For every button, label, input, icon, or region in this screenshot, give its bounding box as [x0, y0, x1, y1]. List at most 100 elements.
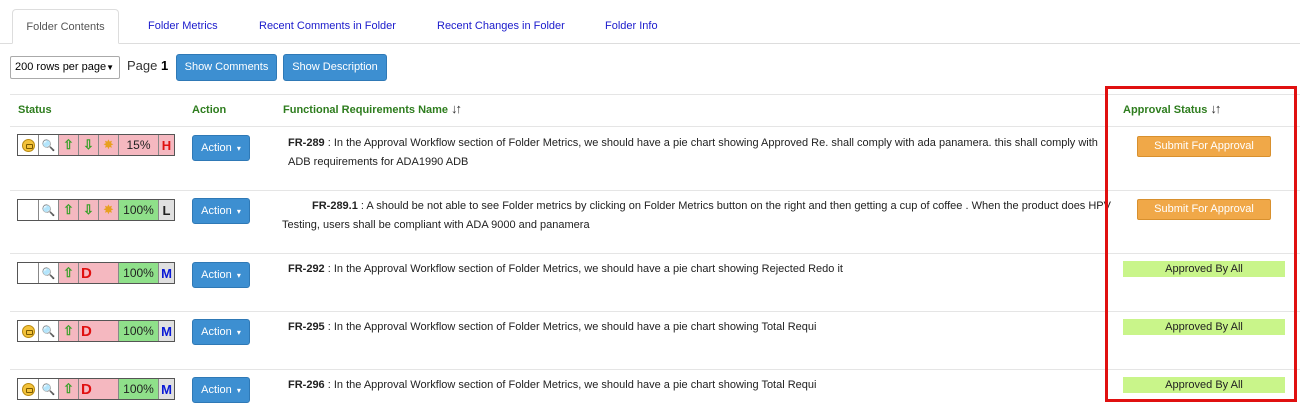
priority-indicator: M	[159, 379, 174, 399]
page-label: Page	[127, 58, 158, 73]
arrow-up-icon: ⇧	[63, 137, 74, 152]
search-cell[interactable]: 🔍	[39, 135, 59, 155]
search-cell[interactable]: 🔍	[39, 321, 59, 341]
deleted-cell[interactable]: D	[79, 379, 119, 399]
caret-down-icon: ▾	[236, 271, 241, 280]
search-icon: 🔍	[41, 204, 56, 217]
header-action: Action	[192, 104, 227, 116]
arrow-down-icon: ⇩	[83, 202, 94, 217]
arrow-up-cell[interactable]: ⇧	[59, 379, 79, 399]
arrow-up-cell[interactable]: ⇧	[59, 263, 79, 283]
star-cell[interactable]: ✸	[99, 200, 119, 220]
header-name[interactable]: Functional Requirements Name ↓↑	[283, 101, 462, 116]
caret-down-icon: ▾	[236, 328, 241, 337]
deleted-marker: D	[81, 264, 92, 282]
header-name-label: Functional Requirements Name	[283, 104, 449, 116]
priority-indicator: M	[159, 321, 174, 341]
lock-icon	[21, 382, 35, 396]
lock-icon	[21, 324, 35, 338]
arrow-down-cell[interactable]: ⇩	[79, 135, 99, 155]
action-label: Action	[201, 326, 232, 338]
caret-down-icon: ▾	[236, 386, 241, 395]
header-status: Status	[18, 104, 52, 116]
show-description-button[interactable]: Show Description	[283, 54, 387, 81]
rows-per-page-select[interactable]: 200 rows per page ▼	[10, 56, 120, 79]
requirement-id[interactable]: FR-289.1	[312, 200, 358, 212]
approval-column-highlight	[1105, 86, 1297, 402]
arrow-up-cell[interactable]: ⇧	[59, 200, 79, 220]
deleted-cell[interactable]: D	[79, 263, 119, 283]
status-indicators: 🔍 ⇧ D 100% M	[17, 378, 175, 400]
tab-folder-metrics[interactable]: Folder Metrics	[148, 9, 218, 44]
arrow-up-icon: ⇧	[63, 381, 74, 396]
requirement-text: : In the Approval Workflow section of Fo…	[324, 379, 817, 391]
arrow-up-icon: ⇧	[63, 265, 74, 280]
search-cell[interactable]: 🔍	[39, 263, 59, 283]
page-indicator: Page 1	[127, 58, 168, 73]
page-number: 1	[161, 58, 169, 73]
action-label: Action	[201, 142, 232, 154]
action-button[interactable]: Action ▾	[192, 319, 250, 345]
requirement-description[interactable]: FR-295 : In the Approval Workflow sectio…	[282, 318, 1112, 337]
arrow-down-icon: ⇩	[83, 137, 94, 152]
priority-indicator: H	[159, 135, 174, 155]
percent-complete: 100%	[119, 200, 159, 220]
requirement-text: : In the Approval Workflow section of Fo…	[324, 321, 817, 333]
tab-recent-comments[interactable]: Recent Comments in Folder	[259, 9, 396, 44]
lock-cell[interactable]	[18, 200, 39, 220]
status-indicators: 🔍 ⇧ D 100% M	[17, 320, 175, 342]
search-icon: 🔍	[41, 325, 56, 338]
lock-cell[interactable]	[18, 321, 39, 341]
deleted-marker: D	[81, 322, 92, 340]
star-cell[interactable]: ✸	[99, 135, 119, 155]
requirement-id[interactable]: FR-292	[288, 263, 325, 275]
requirement-text: : In the Approval Workflow section of Fo…	[288, 137, 1098, 168]
show-comments-button[interactable]: Show Comments	[176, 54, 277, 81]
action-button[interactable]: Action ▾	[192, 198, 250, 224]
caret-down-icon: ▾	[236, 207, 241, 216]
tab-recent-changes[interactable]: Recent Changes in Folder	[437, 9, 565, 44]
status-indicators: 🔍 ⇧ ⇩ ✸ 15% H	[17, 134, 175, 156]
tab-folder-contents[interactable]: Folder Contents	[12, 9, 119, 44]
deleted-marker: D	[81, 380, 92, 398]
lock-cell[interactable]	[18, 379, 39, 399]
search-cell[interactable]: 🔍	[39, 379, 59, 399]
requirement-id[interactable]: FR-296	[288, 379, 325, 391]
percent-complete: 100%	[119, 379, 159, 399]
search-icon: 🔍	[41, 383, 56, 396]
action-button[interactable]: Action ▾	[192, 377, 250, 403]
arrow-down-cell[interactable]: ⇩	[79, 200, 99, 220]
requirement-id[interactable]: FR-289	[288, 137, 325, 149]
lock-icon	[21, 138, 35, 152]
action-label: Action	[201, 205, 232, 217]
tab-bar: Folder Contents Folder Metrics Recent Co…	[0, 0, 1300, 44]
requirement-text: : In the Approval Workflow section of Fo…	[324, 263, 843, 275]
percent-complete: 15%	[119, 135, 159, 155]
action-button[interactable]: Action ▾	[192, 135, 250, 161]
requirement-description[interactable]: FR-289.1 : A should be not able to see F…	[282, 197, 1112, 235]
requirement-description[interactable]: FR-292 : In the Approval Workflow sectio…	[282, 260, 1112, 279]
star-icon: ✸	[103, 202, 114, 217]
caret-down-icon: ▾	[236, 144, 241, 153]
search-cell[interactable]: 🔍	[39, 200, 59, 220]
rows-per-page-value: 200 rows per page	[15, 61, 107, 73]
tab-folder-info[interactable]: Folder Info	[605, 9, 658, 44]
search-icon: 🔍	[41, 139, 56, 152]
arrow-up-cell[interactable]: ⇧	[59, 135, 79, 155]
action-label: Action	[201, 269, 232, 281]
action-label: Action	[201, 384, 232, 396]
priority-indicator: L	[159, 200, 174, 220]
sort-icon[interactable]: ↓↑	[451, 101, 462, 116]
requirement-description[interactable]: FR-289 : In the Approval Workflow sectio…	[282, 134, 1112, 172]
deleted-cell[interactable]: D	[79, 321, 119, 341]
percent-complete: 100%	[119, 321, 159, 341]
requirement-description[interactable]: FR-296 : In the Approval Workflow sectio…	[282, 376, 1112, 395]
lock-cell[interactable]	[18, 135, 39, 155]
lock-cell[interactable]	[18, 263, 39, 283]
caret-down-icon: ▼	[106, 63, 114, 72]
arrow-up-cell[interactable]: ⇧	[59, 321, 79, 341]
search-icon: 🔍	[41, 267, 56, 280]
requirement-text: : A should be not able to see Folder met…	[282, 200, 1111, 231]
action-button[interactable]: Action ▾	[192, 262, 250, 288]
requirement-id[interactable]: FR-295	[288, 321, 325, 333]
